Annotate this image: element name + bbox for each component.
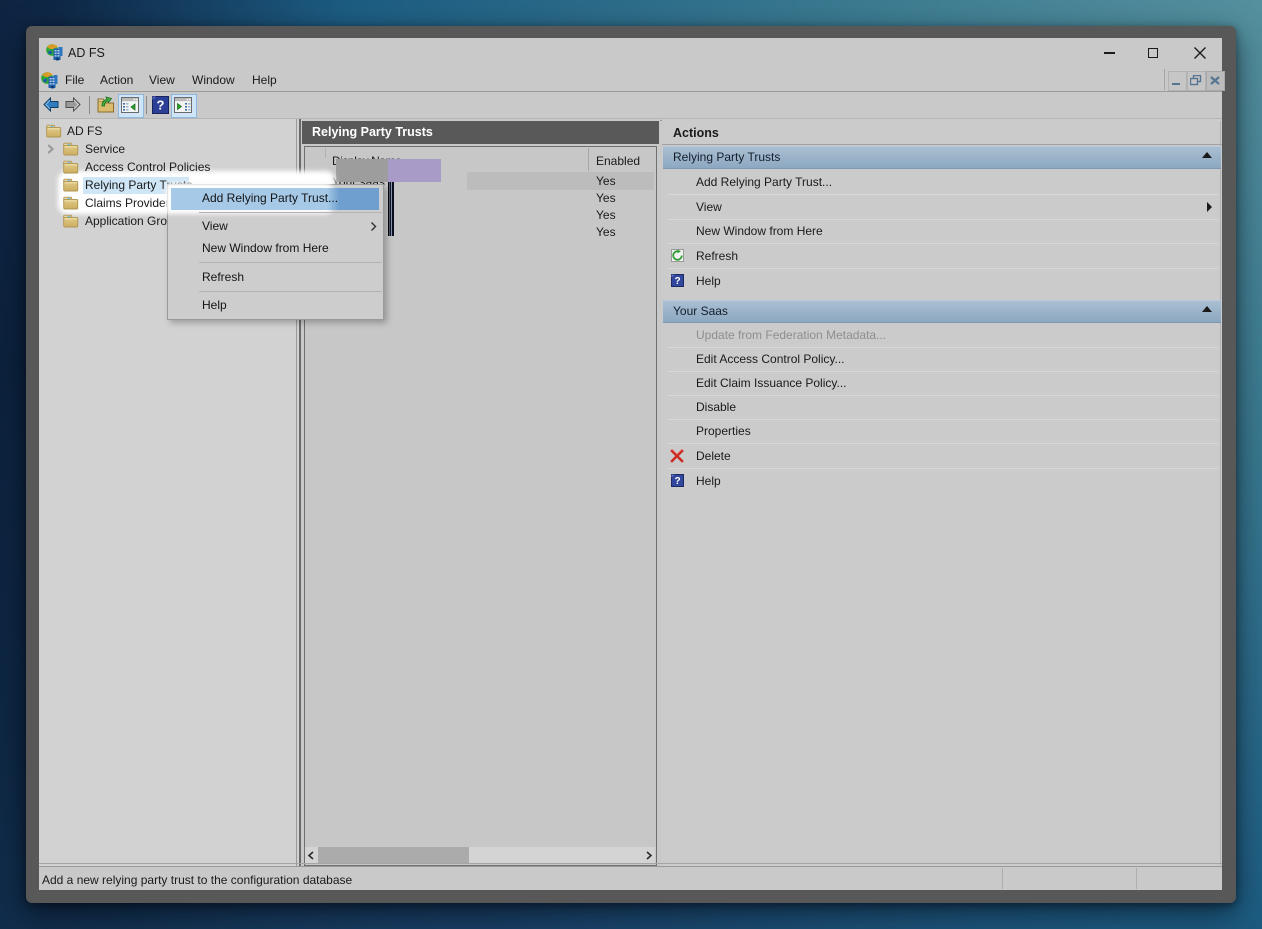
svg-text:?: ? <box>674 476 680 487</box>
svg-text:?: ? <box>157 98 165 113</box>
svg-text:?: ? <box>674 276 680 287</box>
